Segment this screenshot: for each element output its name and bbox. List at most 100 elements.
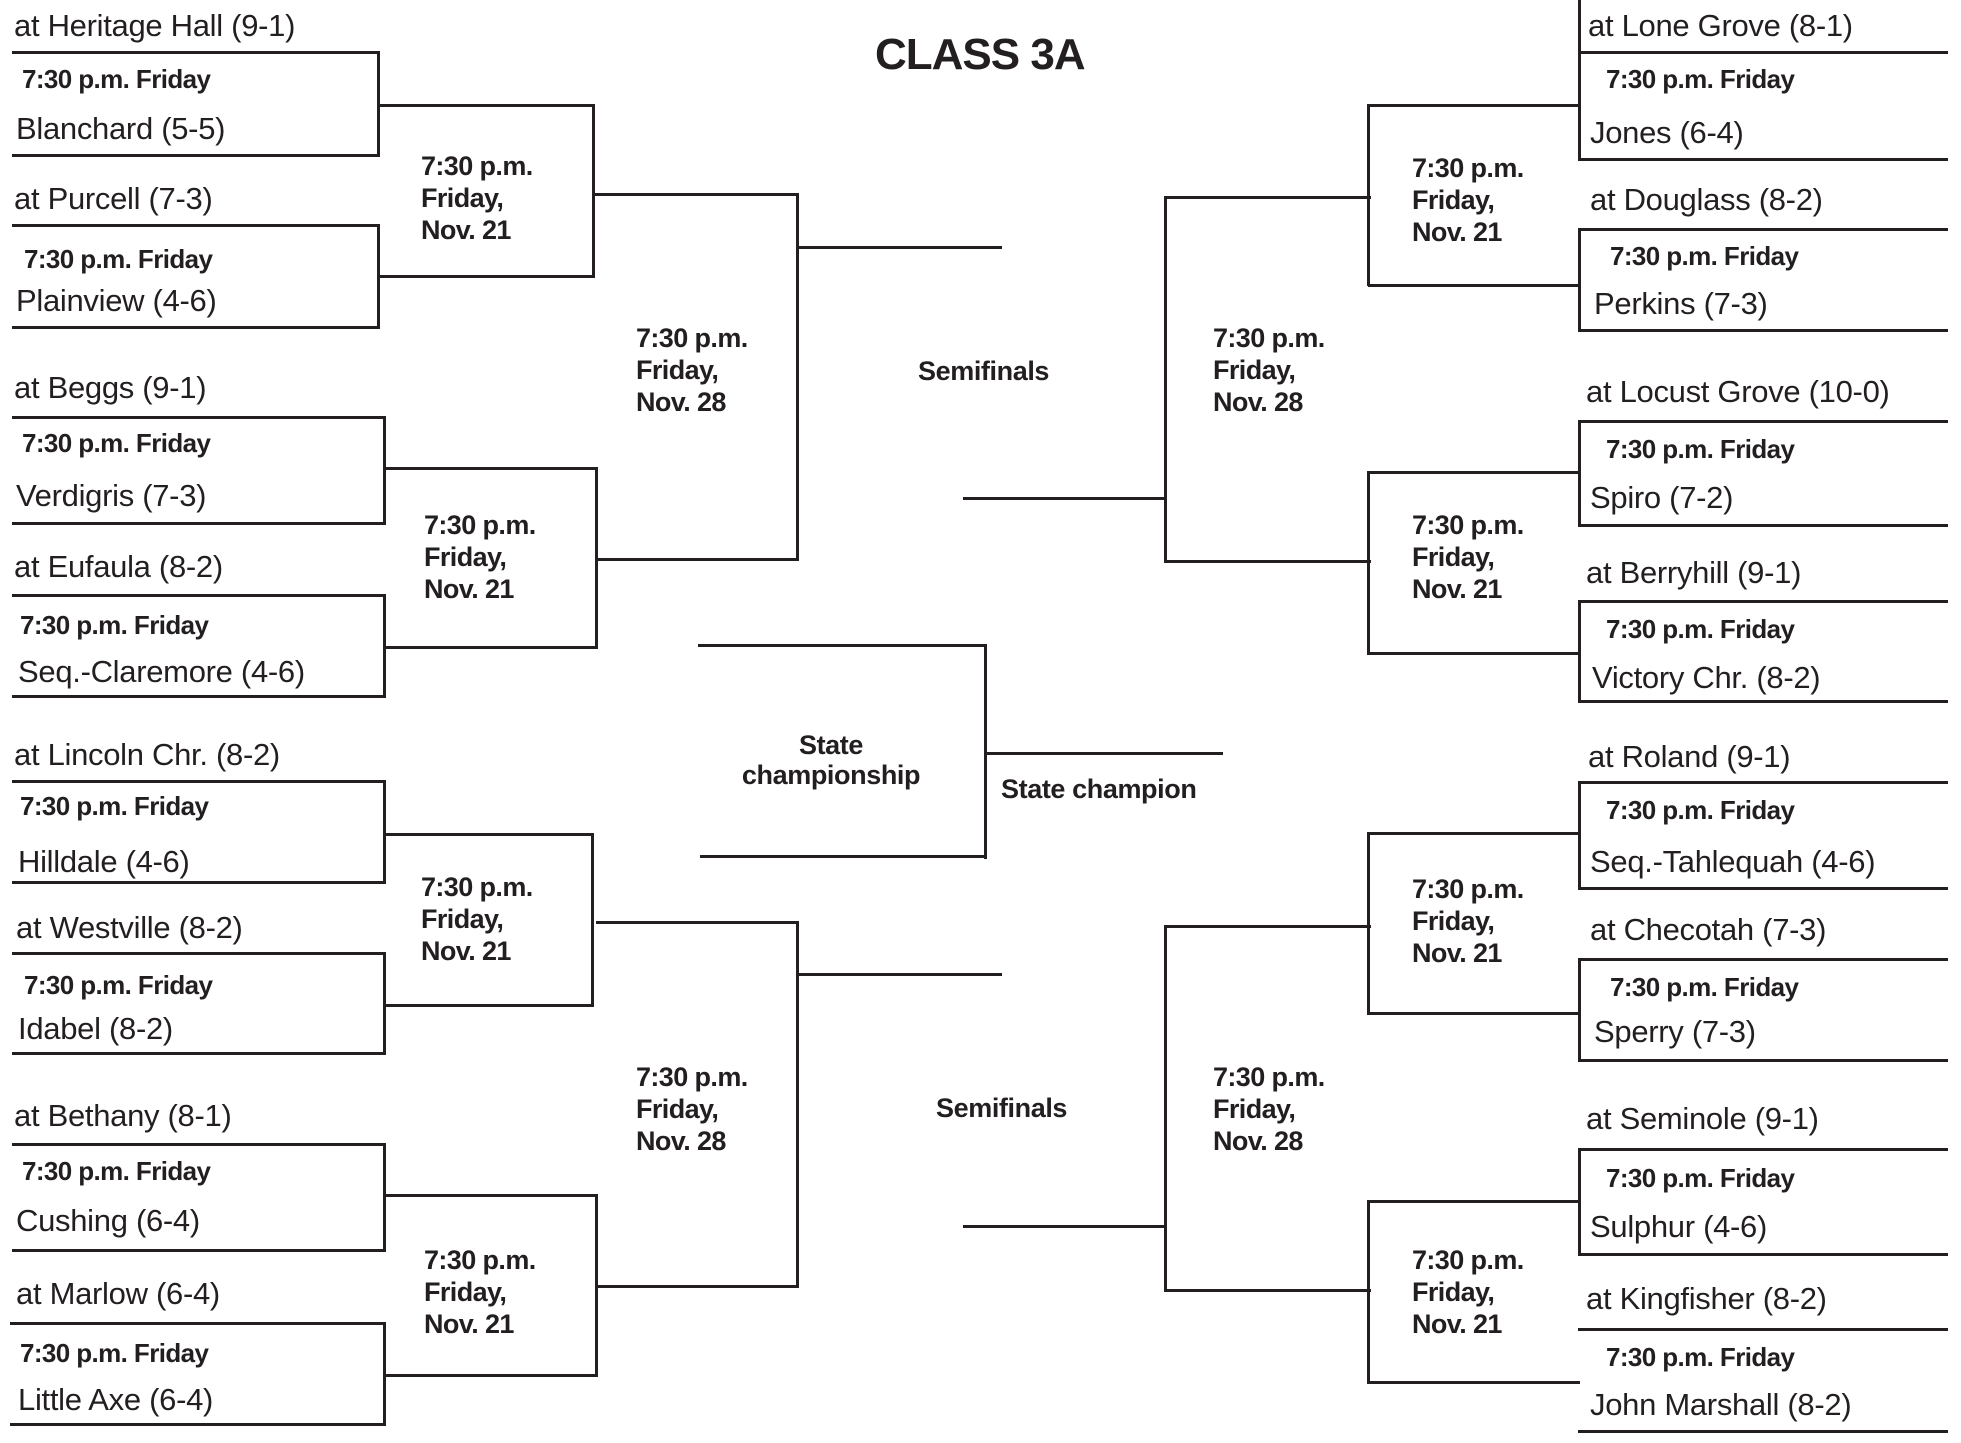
game-time: 7:30 p.m. Friday	[22, 428, 211, 458]
visiting-team: Seq.-Claremore (4-6)	[18, 654, 305, 689]
visiting-team: Sulphur (4-6)	[1590, 1209, 1768, 1244]
bracket-line	[12, 51, 380, 54]
bracket-line	[1578, 420, 1948, 423]
host-team: at Beggs (9-1)	[14, 370, 207, 405]
bracket-line	[383, 467, 598, 470]
host-team: at Checotah (7-3)	[1590, 912, 1827, 947]
visiting-team: Hilldale (4-6)	[18, 844, 190, 879]
bracket-line	[1164, 925, 1167, 1292]
game-time: 7:30 p.m. Friday	[1610, 241, 1799, 271]
visiting-team: Seq.-Tahlequah (4-6)	[1590, 844, 1876, 879]
bracket-line	[1578, 1148, 1948, 1151]
bracket-line	[1578, 329, 1948, 332]
bracket-line	[377, 275, 595, 278]
host-team: at Seminole (9-1)	[1586, 1101, 1819, 1136]
game-time: 7:30 p.m. Friday	[1606, 795, 1795, 825]
host-team: at Locust Grove (10-0)	[1586, 374, 1890, 409]
quarterfinal-schedule: 7:30 p.m. Friday, Nov. 21	[424, 1245, 536, 1339]
bracket-line	[383, 1143, 386, 1252]
visiting-team: Victory Chr. (8-2)	[1592, 660, 1821, 695]
bracket-line	[1578, 781, 1581, 890]
host-team: at Kingfisher (8-2)	[1586, 1281, 1827, 1316]
bracket-line	[10, 1322, 386, 1325]
bracket-line	[383, 780, 386, 884]
semifinal-schedule: 7:30 p.m. Friday, Nov. 28	[636, 323, 748, 417]
host-team: at Lincoln Chr. (8-2)	[14, 737, 280, 772]
semifinal-schedule: 7:30 p.m. Friday, Nov. 28	[1213, 1062, 1325, 1156]
bracket-line	[12, 224, 380, 227]
bracket-line	[700, 855, 987, 858]
bracket-line	[383, 646, 598, 649]
quarterfinal-schedule: 7:30 p.m. Friday, Nov. 21	[1412, 510, 1524, 604]
bracket-line	[1578, 420, 1581, 527]
bracket-line	[1578, 958, 1948, 961]
host-team: at Berryhill (9-1)	[1586, 555, 1802, 590]
bracket-line	[1367, 832, 1370, 1015]
visiting-team: Little Axe (6-4)	[18, 1382, 214, 1417]
bracket-line	[10, 1423, 386, 1426]
bracket-line	[1578, 228, 1581, 331]
host-team: at Heritage Hall (9-1)	[14, 8, 296, 43]
game-time: 7:30 p.m. Friday	[22, 1156, 211, 1186]
host-team: at Roland (9-1)	[1588, 739, 1791, 774]
bracket-title: CLASS 3A	[875, 30, 1086, 79]
bracket-line	[963, 1225, 1167, 1228]
bracket-line	[1578, 1253, 1948, 1256]
bracket-line	[1368, 832, 1580, 835]
quarterfinal-schedule: 7:30 p.m. Friday, Nov. 21	[421, 151, 533, 245]
visiting-team: Verdigris (7-3)	[16, 478, 207, 513]
bracket-line	[1578, 1328, 1948, 1331]
bracket-line	[1578, 781, 1948, 784]
semifinals-label: Semifinals	[918, 356, 1050, 386]
bracket-line	[1578, 1059, 1948, 1062]
bracket-line	[12, 1143, 386, 1146]
bracket-line	[383, 833, 594, 836]
bracket-line	[12, 522, 386, 525]
bracket-line	[1368, 1200, 1580, 1203]
bracket-line	[383, 416, 386, 525]
game-time: 7:30 p.m. Friday	[1606, 434, 1795, 464]
bracket-line	[12, 780, 386, 783]
bracket-line	[1367, 471, 1370, 655]
bracket-line	[1578, 1148, 1581, 1256]
bracket-line	[1578, 1430, 1948, 1433]
bracket-line	[1165, 196, 1371, 199]
bracket-line	[12, 154, 380, 157]
bracket-line	[796, 973, 1002, 976]
bracket-line	[796, 246, 1002, 249]
bracket-line	[1578, 228, 1948, 231]
quarterfinal-schedule: 7:30 p.m. Friday, Nov. 21	[1412, 874, 1524, 968]
host-team: at Westville (8-2)	[16, 910, 243, 945]
quarterfinal-schedule: 7:30 p.m. Friday, Nov. 21	[421, 872, 533, 966]
host-team: at Marlow (6-4)	[16, 1276, 220, 1311]
bracket-line	[592, 104, 595, 278]
bracket-line	[1165, 925, 1371, 928]
game-time: 7:30 p.m. Friday	[1610, 972, 1799, 1002]
game-time: 7:30 p.m. Friday	[1606, 614, 1795, 644]
bracket-line	[12, 1052, 386, 1055]
game-time: 7:30 p.m. Friday	[20, 791, 209, 821]
bracket-line	[1578, 0, 1581, 105]
visiting-team: Sperry (7-3)	[1594, 1014, 1756, 1049]
bracket-line	[1368, 1012, 1580, 1015]
semifinal-schedule: 7:30 p.m. Friday, Nov. 28	[1213, 323, 1325, 417]
bracket-line	[963, 497, 1167, 500]
bracket-line	[596, 1285, 799, 1288]
bracket-line	[698, 644, 987, 647]
bracket-line	[383, 1194, 598, 1197]
bracket-canvas: CLASS 3A at Heritage Hall (9-1) 7:30 p.m…	[0, 0, 1961, 1443]
semifinal-schedule: 7:30 p.m. Friday, Nov. 28	[636, 1062, 748, 1156]
game-time: 7:30 p.m. Friday	[1606, 64, 1795, 94]
quarterfinal-schedule: 7:30 p.m. Friday, Nov. 21	[1412, 153, 1524, 247]
visiting-team: Idabel (8-2)	[18, 1011, 173, 1046]
visiting-team: Plainview (4-6)	[16, 283, 217, 318]
host-team: at Lone Grove (8-1)	[1588, 8, 1853, 43]
bracket-line	[12, 1249, 386, 1252]
bracket-line	[12, 326, 380, 329]
bracket-line	[1368, 104, 1580, 107]
bracket-line	[1165, 1289, 1371, 1292]
bracket-line	[1578, 600, 1581, 703]
state-championship-label: State championship	[741, 730, 921, 790]
game-time: 7:30 p.m. Friday	[22, 64, 211, 94]
bracket-line	[12, 952, 386, 955]
